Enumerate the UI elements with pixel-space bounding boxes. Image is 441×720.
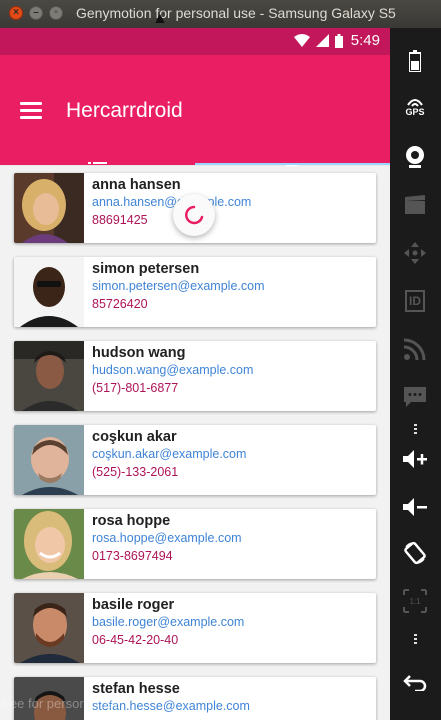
pixel-perfect-button[interactable]: 1:1 [396,582,434,620]
contact-card[interactable]: hudson wang hudson.wang@example.com (517… [14,341,376,411]
avatar [14,341,84,411]
close-icon: × [13,7,19,18]
contact-card[interactable]: rosa hoppe rosa.hoppe@example.com 0173-8… [14,509,376,579]
contact-name: simon petersen [92,261,200,277]
separator-dots [412,422,418,436]
watermark-text: free for personal use [2,696,122,711]
contact-phone[interactable]: 0173-8697494 [92,549,173,563]
rotate-icon [404,541,426,565]
rss-icon [404,338,426,360]
loading-spinner [173,194,215,236]
volume-down-button[interactable] [396,488,434,526]
app-bar: Hercarrdroid [0,55,390,177]
window-close-button[interactable]: × [9,6,23,20]
contact-phone[interactable]: 88691425 [92,213,148,227]
window-title: Genymotion for personal use - Samsung Ga… [76,5,396,21]
tab-list[interactable] [0,140,195,174]
tab-indicator [195,163,390,165]
volume-down-icon [403,498,427,516]
avatar [14,425,84,495]
avatar [14,173,84,243]
contact-phone[interactable]: 85726420 [92,297,148,311]
battery-icon [409,50,421,72]
volume-up-button[interactable] [396,440,434,478]
spinner-arc-icon [185,205,204,225]
contact-list[interactable]: anna hansen anna.hansen@example.com 8869… [0,166,390,720]
status-time: 5:49 [350,32,380,49]
dpad-icon [404,242,426,264]
rotate-button[interactable] [396,534,434,572]
window-maximize-button[interactable]: ▫ [49,6,63,20]
battery-icon [334,33,343,48]
sms-icon [404,387,426,407]
sms-widget-button[interactable] [396,378,434,416]
battery-widget-button[interactable] [396,42,434,80]
contact-card[interactable]: basile roger basile.roger@example.com 06… [14,593,376,663]
contact-name: hudson wang [92,345,186,361]
contact-card[interactable]: simon petersen simon.petersen@example.co… [14,257,376,327]
contact-phone[interactable]: (517)-801-6877 [92,381,178,395]
window-titlebar: × – ▫ Genymotion for personal use - Sams… [0,0,441,28]
id-icon: ID [405,290,425,312]
device-id-widget-button[interactable]: ID [396,282,434,320]
id-label: ID [409,294,421,308]
mouse-cursor-icon: ▲ [152,10,168,27]
scale-label: 1:1 [409,597,421,606]
contact-name: anna hansen [92,177,181,193]
back-icon [403,675,427,691]
contact-email[interactable]: anna.hansen@example.com [92,195,251,209]
dpad-widget-button[interactable] [396,234,434,272]
scale-icon: 1:1 [403,589,427,613]
back-button[interactable] [396,664,434,702]
contact-email[interactable]: hudson.wang@example.com [92,363,253,377]
wifi-icon [293,34,310,47]
android-status-bar: 5:49 [0,28,390,55]
emulator-sidebar: GPS ID 1:1 [390,28,441,720]
network-widget-button[interactable] [396,330,434,368]
minimize-icon: – [33,7,39,18]
tab-cloud[interactable] [195,140,390,177]
app-title: Hercarrdroid [66,99,183,122]
avatar [14,257,84,327]
contact-name: stefan hesse [92,681,180,697]
gps-label: GPS [405,107,425,117]
contact-card[interactable]: coşkun akar coşkun.akar@example.com (525… [14,425,376,495]
contact-email[interactable]: rosa.hoppe@example.com [92,531,242,545]
volume-up-icon [403,450,427,468]
contact-email[interactable]: coşkun.akar@example.com [92,447,246,461]
avatar [14,593,84,663]
contact-name: basile roger [92,597,175,613]
window-minimize-button[interactable]: – [29,6,43,20]
contact-phone[interactable]: 06-45-42-20-40 [92,633,178,647]
device-screen: 5:49 Hercarrdroid anna hansen anna.hanse… [0,28,390,720]
separator-dots [412,632,418,646]
contact-name: rosa hoppe [92,513,171,529]
maximize-icon: ▫ [54,7,58,18]
gps-widget-button[interactable]: GPS [396,88,434,126]
contact-email[interactable]: simon.petersen@example.com [92,279,265,293]
clapper-icon [405,195,425,214]
gps-icon [407,99,423,107]
capture-widget-button[interactable] [396,186,434,224]
avatar [14,509,84,579]
contact-name: coşkun akar [92,429,177,445]
signal-icon [315,34,329,47]
webcam-icon [406,146,424,168]
contact-email[interactable]: basile.roger@example.com [92,615,244,629]
webcam-widget-button[interactable] [396,138,434,176]
hamburger-menu-icon[interactable] [20,102,42,119]
contact-phone[interactable]: (525)-133-2061 [92,465,178,479]
